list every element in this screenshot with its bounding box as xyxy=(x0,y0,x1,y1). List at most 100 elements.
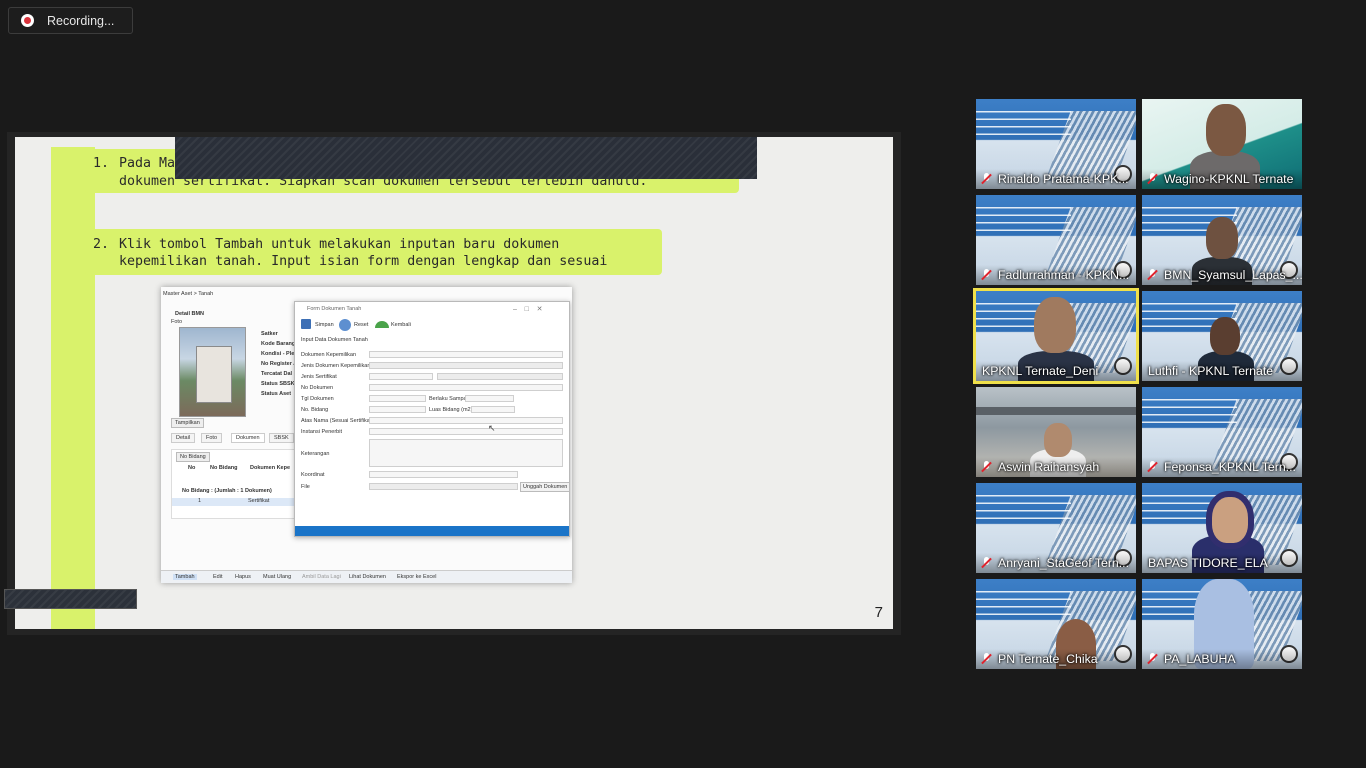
reset-button[interactable]: Reset xyxy=(354,322,368,328)
label-jenis-sertifikat: Jenis Sertifikat xyxy=(301,374,337,380)
participant-tile[interactable]: Luthfi - KPKNL Ternate xyxy=(1142,291,1302,381)
mic-muted-icon xyxy=(1147,172,1159,186)
participant-name: Luthfi - KPKNL Ternate xyxy=(1148,364,1274,378)
person-head xyxy=(1044,423,1072,457)
meeting-window: Recording... 1. Pada Ma dokumen sertifik… xyxy=(0,0,1366,768)
participant-name: BAPAS TIDORE_ELA xyxy=(1148,556,1268,570)
unggah-dokumen-button[interactable]: Unggah Dokumen xyxy=(520,482,571,492)
edit-button[interactable]: Edit xyxy=(213,574,222,580)
no-dokumen-input[interactable] xyxy=(369,384,563,391)
form-dialog: Form Dokumen Tanah – □ ✕ Simpan Reset Ke… xyxy=(294,301,571,537)
mic-muted-icon xyxy=(1147,268,1159,282)
participant-name: KPKNL Ternate_Deni xyxy=(982,364,1099,378)
grid-row-no: 1 xyxy=(198,498,202,504)
participant-tile[interactable]: PN Ternate_Chika xyxy=(976,579,1136,669)
label-instansi: Instansi Penerbit xyxy=(301,429,342,435)
participant-name: Fadlurrahman - KPKN... xyxy=(998,268,1130,282)
ekspor-excel-button[interactable]: Ekspor ke Excel xyxy=(397,574,436,580)
record-icon xyxy=(21,14,34,27)
participant-name: Feponsa_KPKNL Tern... xyxy=(1164,460,1296,474)
tab-dokumen[interactable]: Dokumen xyxy=(231,433,265,443)
participant-tile[interactable]: BMN_Syamsul_Lapas_... xyxy=(1142,195,1302,285)
field-register: No Register A xyxy=(261,361,298,367)
person-head xyxy=(1034,297,1076,353)
redacted-taskbar xyxy=(4,589,137,609)
document-grid: No Bidang No No Bidang Dokumen Kepe No B… xyxy=(171,449,301,519)
kembali-button[interactable]: Kembali xyxy=(391,322,411,328)
participant-tile[interactable]: Feponsa_KPKNL Tern... xyxy=(1142,387,1302,477)
grid-header-bidang: No Bidang xyxy=(210,465,238,471)
jenis-sertifikat-select[interactable] xyxy=(369,373,433,380)
redaction-overlay xyxy=(175,137,757,179)
group-chip[interactable]: No Bidang xyxy=(176,452,210,462)
person-head xyxy=(1212,497,1248,543)
luas-bidang-input[interactable] xyxy=(471,406,515,413)
field-kode-barang: Kode Barang xyxy=(261,341,296,347)
label-jenis-dokumen: Jenis Dokumen Kepemilikan xyxy=(301,363,371,369)
dialog-window-controls[interactable]: – □ ✕ xyxy=(513,305,543,313)
tambah-button[interactable]: Tambah xyxy=(173,574,197,580)
participant-tile[interactable]: PA_LABUHA xyxy=(1142,579,1302,669)
keterangan-textarea[interactable] xyxy=(369,439,563,467)
participant-tile[interactable]: Rinaldo Pratama-KPK... xyxy=(976,99,1136,189)
tgl-dokumen-input[interactable] xyxy=(369,395,426,402)
recording-indicator[interactable]: Recording... xyxy=(8,7,133,34)
person-head xyxy=(1206,217,1238,259)
tab-detail[interactable]: Detail xyxy=(171,433,196,443)
label-dokumen-kepemilikan: Dokumen Kepemilikan xyxy=(301,352,357,358)
item2-line1: Klik tombol Tambah untuk melakukan input… xyxy=(119,237,560,252)
label-berlaku-sampai: Berlaku Sampai xyxy=(429,396,468,402)
grid-header-dokumen: Dokumen Kepe xyxy=(250,465,291,471)
participant-tile[interactable]: BAPAS TIDORE_ELA xyxy=(1142,483,1302,573)
participant-tile[interactable]: Anryani_StaGeof Tern... xyxy=(976,483,1136,573)
item2-number: 2. xyxy=(93,237,110,252)
grid-group-row[interactable]: No Bidang : (Jumlah : 1 Dokumen) xyxy=(182,488,272,494)
person-head xyxy=(1210,317,1240,355)
berlaku-sampai-input[interactable] xyxy=(465,395,514,402)
file-input[interactable] xyxy=(369,483,518,490)
jenis-dokumen-field[interactable] xyxy=(369,362,563,369)
participant-name: Rinaldo Pratama-KPK... xyxy=(998,172,1129,186)
tampilkan-button[interactable]: Tampilkan xyxy=(171,418,204,428)
mic-muted-icon xyxy=(1147,460,1159,474)
dialog-title: Form Dokumen Tanah xyxy=(307,306,362,312)
mic-muted-icon xyxy=(981,652,993,666)
muat-ulang-button[interactable]: Muat Ulang xyxy=(263,574,291,580)
no-bidang-input[interactable] xyxy=(369,406,426,413)
participant-tile-active-speaker[interactable]: KPKNL Ternate_Deni xyxy=(973,288,1139,384)
label-no-dokumen: No Dokumen xyxy=(301,385,334,391)
action-bar: Tambah Edit Hapus Muat Ulang Ambil Data … xyxy=(161,570,572,583)
asset-photo xyxy=(179,327,246,417)
atas-nama-input[interactable] xyxy=(369,417,563,424)
participant-tile[interactable]: Fadlurrahman - KPKN... xyxy=(976,195,1136,285)
grid-selected-row[interactable] xyxy=(172,498,300,506)
grid-header-no: No xyxy=(188,465,196,471)
slide-accent-bar xyxy=(51,147,95,629)
tab-sbsk[interactable]: SBSK xyxy=(269,433,294,443)
save-icon xyxy=(301,319,311,329)
label-atas-nama: Atas Nama (Sesuai Sertifikat) xyxy=(301,418,374,424)
field-sbsk: Status SBSK xyxy=(261,381,295,387)
presentation-slide: 1. Pada Ma dokumen sertifikat. Siapkan s… xyxy=(15,137,893,629)
hapus-button[interactable]: Hapus xyxy=(235,574,251,580)
dokumen-kepemilikan-select[interactable] xyxy=(369,351,563,358)
instansi-input[interactable] xyxy=(369,428,563,435)
form-section-title: Input Data Dokumen Tanah xyxy=(301,337,368,343)
mic-muted-icon xyxy=(981,556,993,570)
label-tgl-dokumen: Tgl Dokumen xyxy=(301,396,334,402)
participant-tile[interactable]: Aswin Raihansyah xyxy=(976,387,1136,477)
field-satker: Satker xyxy=(261,331,278,337)
foto-label: Foto xyxy=(171,319,183,325)
breadcrumb: Master Aset > Tanah xyxy=(163,291,214,297)
participant-name: Aswin Raihansyah xyxy=(998,460,1100,474)
koordinat-input[interactable] xyxy=(369,471,518,478)
simpan-button[interactable]: Simpan xyxy=(315,322,334,328)
item2-line2: kepemilikan tanah. Input isian form deng… xyxy=(119,254,608,269)
jenis-sertifikat-extra[interactable] xyxy=(437,373,563,380)
participant-tile[interactable]: Wagino-KPKNL Ternate xyxy=(1142,99,1302,189)
ambil-data-button[interactable]: Ambil Data Lagi xyxy=(302,574,341,580)
participant-name: PN Ternate_Chika xyxy=(998,652,1098,666)
tab-foto[interactable]: Foto xyxy=(201,433,223,443)
lihat-dokumen-button[interactable]: Lihat Dokumen xyxy=(349,574,386,580)
participant-name: Wagino-KPKNL Ternate xyxy=(1164,172,1294,186)
